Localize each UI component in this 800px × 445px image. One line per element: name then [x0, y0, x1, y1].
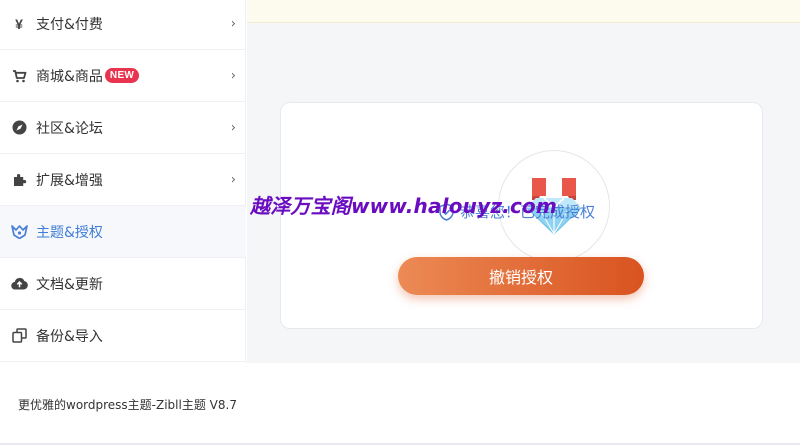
sidebar-item-backup[interactable]: 备份&导入 [0, 310, 246, 362]
sidebar-item-label: 扩展&增强 [36, 172, 103, 189]
copy-icon [10, 327, 28, 345]
cloud-upload-icon [10, 275, 28, 293]
yen-icon: ¥ [15, 15, 23, 32]
new-badge: NEW [104, 68, 140, 83]
sidebar-item-docs[interactable]: 文档&更新 [0, 258, 246, 310]
sidebar-item-label: 主题&授权 [36, 224, 103, 241]
watermark-text: 越泽万宝阁www.halouyz.com [250, 194, 558, 218]
main-panel [247, 0, 800, 363]
puzzle-icon [10, 171, 28, 189]
cart-icon [10, 67, 28, 85]
compass-icon [10, 119, 28, 137]
chevron-right-icon: › [230, 172, 236, 187]
sidebar-item-label: 支付&付费 [36, 16, 103, 33]
sidebar-item-label: 商城&商品 [36, 68, 103, 85]
sidebar-item-community[interactable]: 社区&论坛 › [0, 102, 246, 154]
sidebar-item-payment[interactable]: ¥ 支付&付费 › [0, 0, 246, 50]
notice-strip [247, 0, 800, 23]
footer-version-text: 更优雅的wordpress主题-Zibll主题 V8.7 [18, 398, 237, 412]
brand-logo-icon [10, 223, 28, 241]
sidebar: ¥ 支付&付费 › 商城&商品 NEW › 社区&论坛 › 扩展&增强 › 主题… [0, 0, 246, 363]
revoke-license-button[interactable]: 撤销授权 [398, 257, 644, 295]
sidebar-item-extensions[interactable]: 扩展&增强 › [0, 154, 246, 206]
sidebar-item-label: 社区&论坛 [36, 120, 103, 137]
chevron-right-icon: › [230, 120, 236, 135]
footer: 更优雅的wordpress主题-Zibll主题 V8.7 [0, 363, 800, 445]
sidebar-item-label: 备份&导入 [36, 328, 103, 345]
sidebar-item-theme-license[interactable]: 主题&授权 [0, 206, 246, 258]
sidebar-item-shop[interactable]: 商城&商品 NEW › [0, 50, 246, 102]
chevron-right-icon: › [230, 16, 236, 31]
sidebar-item-label: 文档&更新 [36, 276, 103, 293]
chevron-right-icon: › [230, 68, 236, 83]
